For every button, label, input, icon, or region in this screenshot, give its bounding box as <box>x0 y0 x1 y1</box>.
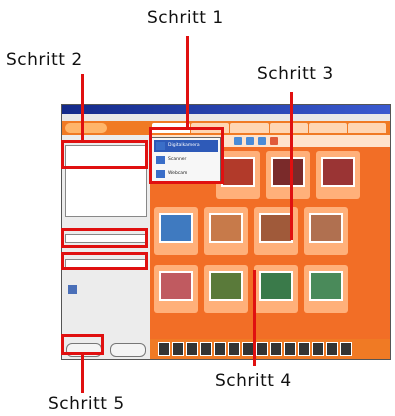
leader-line-step-3 <box>290 92 293 240</box>
film-frame[interactable] <box>256 342 268 356</box>
tab-4[interactable] <box>269 123 308 133</box>
leader-line-step-1 <box>186 36 189 128</box>
thumbnail[interactable] <box>316 151 360 199</box>
filmstrip <box>150 339 390 359</box>
thumbnail[interactable] <box>204 207 248 255</box>
film-frame[interactable] <box>200 342 212 356</box>
acquire-button[interactable] <box>65 123 107 133</box>
callout-step-4: Schritt 4 <box>215 371 292 391</box>
callout-step-2: Schritt 2 <box>6 50 83 70</box>
tab-5[interactable] <box>308 123 347 133</box>
select-icon[interactable] <box>246 137 254 145</box>
toolbar <box>62 121 390 135</box>
close-button[interactable] <box>110 343 146 357</box>
callout-step-5: Schritt 5 <box>48 394 125 414</box>
thumbnail[interactable] <box>254 265 298 313</box>
film-frame[interactable] <box>186 342 198 356</box>
tab-6[interactable] <box>347 123 387 133</box>
leader-line-step-5 <box>81 355 84 393</box>
highlight-step-1 <box>149 127 224 184</box>
leader-line-step-2 <box>81 74 84 141</box>
highlight-step-2 <box>61 140 148 169</box>
thumbnail[interactable] <box>204 265 248 313</box>
film-frame[interactable] <box>270 342 282 356</box>
highlight-step-3-location <box>61 252 148 270</box>
folder-icon[interactable] <box>68 285 77 294</box>
view-icon[interactable] <box>258 137 266 145</box>
film-frame[interactable] <box>158 342 170 356</box>
thumbnail[interactable] <box>304 207 348 255</box>
title-bar <box>62 105 390 114</box>
tab-3[interactable] <box>230 123 269 133</box>
film-frame[interactable] <box>340 342 352 356</box>
film-frame[interactable] <box>284 342 296 356</box>
thumbnail[interactable] <box>154 207 198 255</box>
callout-step-1: Schritt 1 <box>147 8 224 28</box>
menu-bar <box>62 114 390 121</box>
film-frame[interactable] <box>312 342 324 356</box>
film-frame[interactable] <box>172 342 184 356</box>
film-frame[interactable] <box>326 342 338 356</box>
thumbnail[interactable] <box>154 265 198 313</box>
film-frame[interactable] <box>214 342 226 356</box>
thumbnail[interactable] <box>266 151 310 199</box>
thumbnail[interactable] <box>304 265 348 313</box>
callout-step-3: Schritt 3 <box>257 64 334 84</box>
delete-icon[interactable] <box>270 137 278 145</box>
film-frame[interactable] <box>228 342 240 356</box>
highlight-step-3-name <box>61 228 148 248</box>
highlight-step-5 <box>61 334 104 355</box>
leader-line-step-4 <box>253 270 256 366</box>
rotate-icon[interactable] <box>234 137 242 145</box>
film-frame[interactable] <box>298 342 310 356</box>
